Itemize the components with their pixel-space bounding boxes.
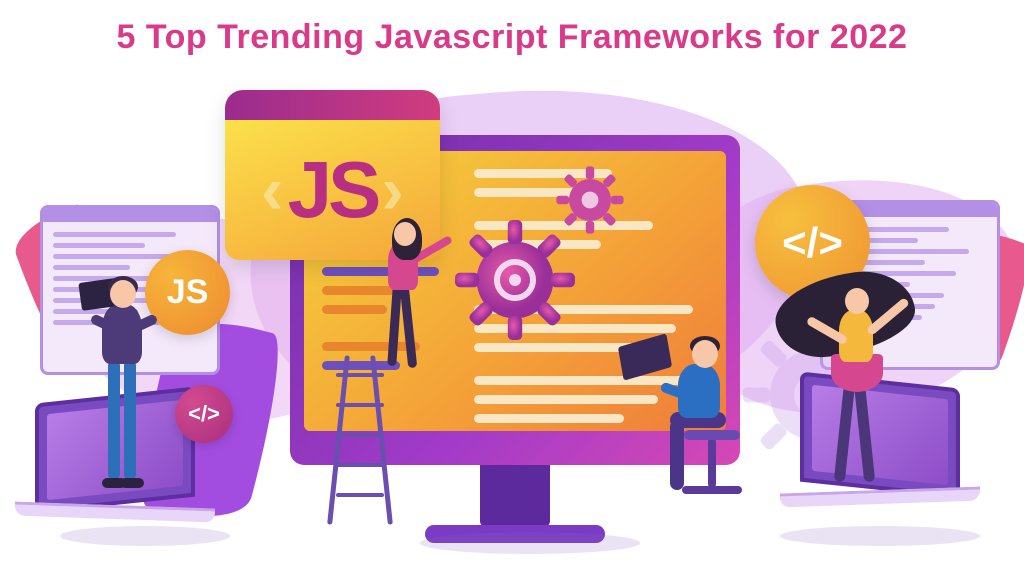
person-on-ladder <box>350 220 440 420</box>
person-dancing <box>785 270 945 530</box>
js-label: JS <box>288 150 378 230</box>
angle-bracket-right-icon: › <box>381 156 404 224</box>
angle-bracket-left-icon: ‹ <box>261 156 284 224</box>
floor-shadow <box>420 532 640 554</box>
code-badge-icon: </> <box>175 385 233 443</box>
gear-icon <box>455 220 575 340</box>
illustration-stage: ‹ JS › JS </> </> <box>0 80 1024 576</box>
floor-shadow <box>780 526 980 546</box>
page-title: 5 Top Trending Javascript Frameworks for… <box>0 0 1024 57</box>
floor-shadow <box>60 526 230 546</box>
gear-icon <box>555 165 625 235</box>
person-standing-with-laptop <box>80 280 160 510</box>
person-seated-with-laptop <box>620 340 770 540</box>
held-laptop <box>618 333 672 380</box>
